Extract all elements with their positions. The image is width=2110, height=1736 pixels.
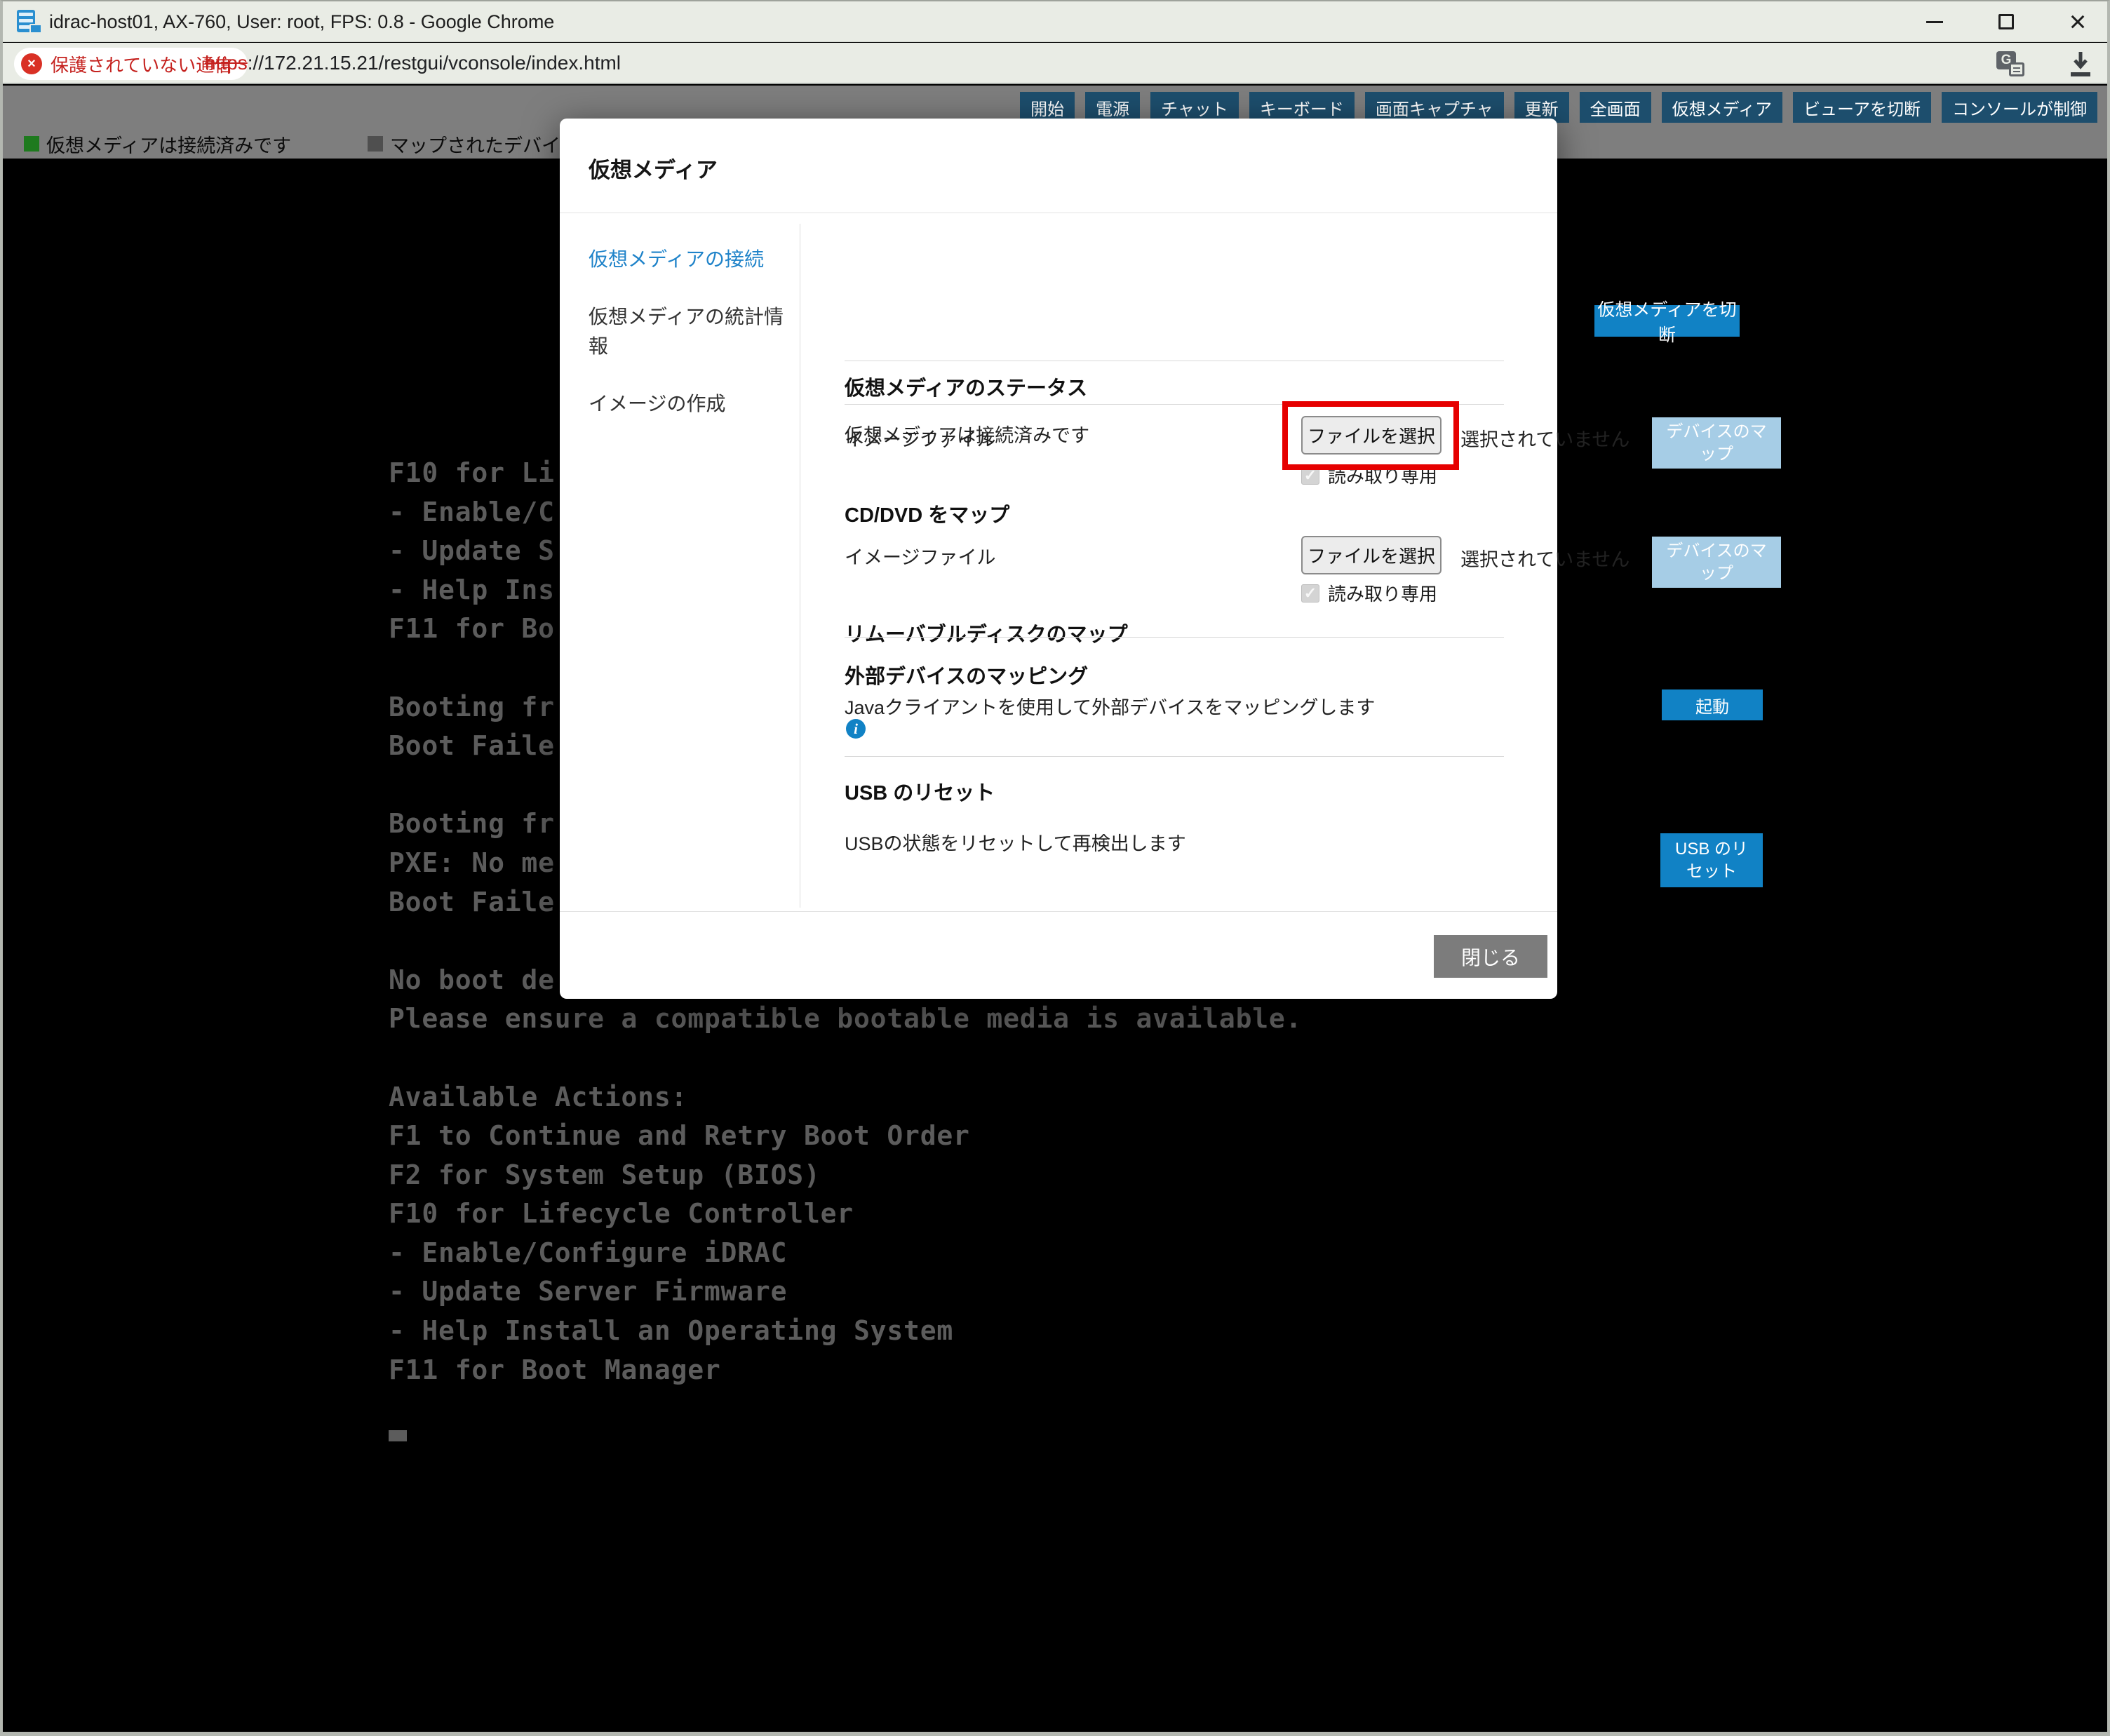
browser-window: idrac-host01, AX-760, User: root, FPS: 0… <box>0 0 2110 1736</box>
cd-dvd-image-file-label: イメージファイル <box>845 424 995 452</box>
status-virtual-media-label: 仮想メディアは接続済みです <box>46 130 291 158</box>
toolbar-button[interactable]: コンソールが制御 <box>1942 92 2097 123</box>
close-dialog-button[interactable]: 閉じる <box>1434 935 1547 978</box>
removable-readonly-row: ✓ 読み取り専用 <box>1301 580 1437 606</box>
virtual-media-dialog: 仮想メディア 仮想メディアの接続仮想メディアの統計情報イメージの作成 仮想メディ… <box>560 119 1557 999</box>
window-title: idrac-host01, AX-760, User: root, FPS: 0… <box>49 11 554 33</box>
removable-map-device-button[interactable]: デバイスのマップ <box>1652 537 1781 588</box>
not-secure-icon: × <box>21 53 42 74</box>
disconnect-virtual-media-button[interactable]: 仮想メディアを切断 <box>1594 305 1740 337</box>
external-section-heading: 外部デバイスのマッピング <box>845 660 1088 689</box>
url-text[interactable]: https://172.21.15.21/restgui/vconsole/in… <box>205 52 621 74</box>
toolbar-button[interactable]: 仮想メディア <box>1662 92 1782 123</box>
status-virtual-media: 仮想メディアは接続済みです <box>24 129 291 159</box>
console-cursor <box>389 1430 407 1441</box>
download-icon[interactable] <box>2067 51 2095 77</box>
removable-image-file-label: イメージファイル <box>845 542 995 570</box>
green-indicator-icon <box>24 136 39 152</box>
status-mapped-devices: マップされたデバイス <box>368 129 579 159</box>
status-section-heading: 仮想メディアのステータス <box>845 372 1087 401</box>
dialog-title: 仮想メディア <box>589 152 718 184</box>
cd-dvd-map-device-button[interactable]: デバイスのマップ <box>1652 417 1781 469</box>
url-rest: ://172.21.15.21/restgui/vconsole/index.h… <box>248 52 621 74</box>
cd-dvd-readonly-checkbox[interactable]: ✓ <box>1301 466 1319 485</box>
translate-icon[interactable]: G <box>1996 51 2024 76</box>
sidebar-item[interactable]: イメージの作成 <box>589 389 788 419</box>
info-icon[interactable]: i <box>846 719 866 739</box>
removable-choose-file-button[interactable]: ファイルを選択 <box>1301 536 1442 574</box>
minimize-icon[interactable] <box>1919 6 1950 37</box>
usb-reset-button[interactable]: USB のリセット <box>1660 833 1763 887</box>
divider <box>845 756 1504 757</box>
address-bar: × 保護されていない通信 https://172.21.15.21/restgu… <box>3 43 2107 84</box>
url-scheme: https <box>205 52 248 74</box>
usb-description: USBの状態をリセットして再検出します <box>845 828 1186 856</box>
maximize-icon[interactable] <box>1991 6 2022 37</box>
cd-dvd-no-file-text: 選択されていません <box>1460 424 1629 452</box>
dialog-sidebar: 仮想メディアの接続仮想メディアの統計情報イメージの作成 <box>589 245 788 419</box>
removable-no-file-text: 選択されていません <box>1460 544 1629 572</box>
toolbar-button[interactable]: 全画面 <box>1580 92 1651 123</box>
divider <box>560 911 1557 912</box>
close-window-icon[interactable]: × <box>2062 6 2093 37</box>
cd-dvd-section-heading: CD/DVD をマップ <box>845 499 1009 528</box>
title-bar: idrac-host01, AX-760, User: root, FPS: 0… <box>3 1 2107 42</box>
usb-section-heading: USB のリセット <box>845 776 995 806</box>
divider <box>845 404 1504 405</box>
dialog-content: 仮想メディアのステータス 仮想メディアは接続済みです 仮想メディアを切断 CD/… <box>845 119 1504 999</box>
sidebar-item[interactable]: 仮想メディアの統計情報 <box>589 302 788 361</box>
gray-indicator-icon <box>368 136 383 152</box>
removable-readonly-label: 読み取り専用 <box>1328 580 1437 606</box>
launch-java-button[interactable]: 起動 <box>1662 689 1763 720</box>
removable-readonly-checkbox[interactable]: ✓ <box>1301 584 1319 603</box>
sidebar-item[interactable]: 仮想メディアの接続 <box>589 245 788 274</box>
idrac-favicon <box>15 8 42 35</box>
toolbar-button[interactable]: ビューアを切断 <box>1793 92 1931 123</box>
cd-dvd-readonly-label: 読み取り専用 <box>1328 462 1437 488</box>
removable-section-heading: リムーバブルディスクのマップ <box>845 618 1128 647</box>
cd-dvd-readonly-row: ✓ 読み取り専用 <box>1301 462 1437 488</box>
external-description: Javaクライアントを使用して外部デバイスをマッピングします <box>845 692 1375 720</box>
divider <box>845 637 1504 638</box>
status-mapped-devices-label: マップされたデバイス <box>390 130 579 158</box>
cd-dvd-choose-file-button[interactable]: ファイルを選択 <box>1301 416 1442 455</box>
